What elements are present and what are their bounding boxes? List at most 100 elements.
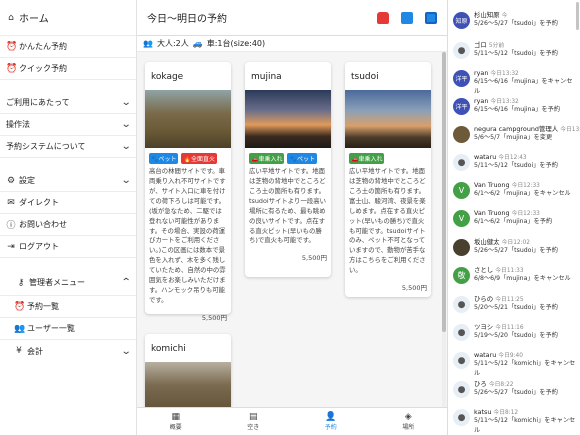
calendar-icon[interactable] — [425, 11, 437, 24]
feed-user-label: ゴロ — [474, 41, 489, 49]
feed-user-label: ryan — [474, 69, 491, 77]
sidebar-item-accounting[interactable]: ¥ 会計 ⌄ — [0, 340, 136, 362]
feed-message: 5/6〜5/7「mujina」を変更 — [474, 134, 553, 141]
site-price: 5,500円 — [201, 313, 227, 322]
sidebar-item-label: クイック予約 — [19, 64, 67, 73]
avatar: ● — [453, 42, 470, 59]
people-icon: 👥 — [143, 39, 153, 48]
sidebar-item-label: ダイレクト — [19, 198, 59, 207]
lock-icon[interactable] — [377, 11, 389, 24]
chevron-down-icon: ⌄ — [120, 119, 132, 130]
sidebar-item-user-list[interactable]: 👥 ユーザー一覧 — [0, 318, 136, 340]
pet-tag: 🐾ペット — [287, 153, 317, 164]
sidebar-item-label: お問い合わせ — [19, 220, 67, 229]
feed-user-name: 杉山知原 今 — [474, 10, 507, 19]
site-photo — [345, 90, 431, 148]
site-card-komichi[interactable]: komichi — [145, 334, 231, 407]
sidebar-item-label: 会計 — [27, 346, 43, 356]
feed-user-name: ゴロ 5分前 — [474, 40, 504, 49]
feed-user-label: katsu — [474, 408, 494, 416]
sidebar-item-admin-menu[interactable]: ⚷ 管理者メニュー ⌃ — [0, 270, 136, 296]
feed-user-name: ひらの 今日11:25 — [474, 294, 524, 303]
chevron-up-icon: ⌃ — [120, 277, 132, 288]
location-icon: ◈ — [404, 412, 412, 422]
sidebar-home-label: ホーム — [19, 14, 49, 25]
avatar: ● — [453, 352, 470, 369]
nav-availability[interactable]: ▤ 空き — [223, 412, 283, 431]
nav-reservation[interactable]: 👤 予約 — [301, 412, 361, 431]
feed-user-name: さとし 今日11:33 — [474, 265, 524, 274]
sidebar-item-direct[interactable]: ✉ ダイレクト — [0, 192, 136, 214]
edit-icon[interactable] — [401, 11, 413, 24]
feed-user-name: ツヨシ 今日11:16 — [474, 322, 524, 331]
sidebar-item-howto[interactable]: 操作法 ⌄ — [0, 114, 136, 136]
car-tag: 🚗車乗入れ — [249, 153, 285, 164]
feed-user-name: ひろ 今日8:22 — [474, 379, 513, 388]
sidebar-item-label: ログアウト — [19, 242, 59, 251]
feed-message: 5/26〜5/27「tsudoi」を予約 — [474, 20, 558, 27]
calendar-icon: ▤ — [248, 412, 258, 422]
sidebar-item-label: 予約一覧 — [27, 302, 59, 311]
site-description: 高台の林間サイトです。車両乗り入れ不可サイトですが、サイト入口に車を付けての荷下… — [149, 167, 226, 304]
feed-user-label: Van Truong — [474, 209, 512, 217]
info-icon: ⓘ — [6, 221, 16, 231]
feed-message: 5/26〜5/27「tsudoi」を予約 — [474, 389, 558, 396]
site-price: 5,500円 — [301, 254, 327, 263]
feed-user-label: ひらの — [474, 295, 496, 303]
feed-message: 5/19〜5/20「tsudoi」を予約 — [474, 332, 558, 339]
bottom-nav: ▦ 概要 ▤ 空き 👤 予約 ◈ 場所 — [137, 407, 447, 435]
site-name: tsudoi — [351, 72, 379, 82]
alarm-icon: ⏰ — [6, 41, 18, 52]
sidebar-item-label: 設定 — [19, 176, 35, 185]
page-title: 今日〜明日の予約 — [147, 14, 227, 25]
site-card-kokage[interactable]: kokage 🐾ペット 🔥全面直火 高台の林間サイトです。車両乗り入れ不可サイト… — [145, 62, 231, 322]
site-photo — [145, 90, 231, 148]
fire-tag: 🔥全面直火 — [181, 153, 217, 164]
sidebar-item-label: かんたん予約 — [19, 42, 67, 51]
sidebar-item-label: 操作法 — [6, 120, 30, 129]
scrollbar-thumb[interactable] — [442, 52, 446, 332]
sidebar-item-reservation-list[interactable]: ⏰ 予約一覧 — [0, 296, 136, 318]
site-name: kokage — [151, 72, 184, 82]
avatar: 敬 — [453, 267, 470, 284]
key-icon: ⚷ — [17, 277, 25, 288]
feed-message: 5/26〜5/27「tsudoi」を予約 — [474, 247, 558, 254]
avatar: V — [453, 210, 470, 227]
site-name: komichi — [151, 344, 186, 354]
feed-message: 6/1〜6/2「mujina」をキャンセル — [474, 190, 571, 197]
feed-user-label: wataru — [474, 153, 499, 161]
sidebar-item-contact[interactable]: ⓘ お問い合わせ — [0, 214, 136, 236]
avatar — [453, 126, 470, 143]
sidebar-item-system[interactable]: 予約システムについて ⌄ — [0, 136, 136, 158]
feed-message: 5/11〜5/12「komichi」をキャンセル — [474, 360, 576, 377]
nav-overview[interactable]: ▦ 概要 — [146, 412, 206, 431]
users-icon: 👥 — [14, 323, 26, 334]
car-icon: 🚙 — [192, 39, 203, 48]
site-card-mujina[interactable]: mujina 🚗車乗入れ 🐾ペット 広い平地サイトです。地面は芝物の背地中でとこ… — [245, 62, 331, 277]
feed-message: 6/1〜6/2「mujina」を予約 — [474, 218, 553, 225]
sidebar-item-usage[interactable]: ご利用にあたって ⌄ — [0, 92, 136, 114]
feed-user-label: 坂山健太 — [474, 238, 502, 246]
feed-message: 5/11〜5/12「tsudoi」を予約 — [474, 162, 558, 169]
site-card-tsudoi[interactable]: tsudoi 🚗車乗入れ 広い平地サイトです。地面は芝物の背地中でところどころ土… — [345, 62, 431, 297]
site-price: 5,500円 — [401, 284, 427, 293]
feed-user-label: 杉山知原 — [474, 11, 502, 19]
sidebar-item-label: ユーザー一覧 — [27, 324, 75, 333]
avatar: 洋平 — [453, 70, 470, 87]
feed-user-label: negura campground管理人 — [474, 125, 561, 133]
sidebar-item-settings[interactable]: ⚙ 設定 ⌄ — [0, 170, 136, 192]
sidebar-home[interactable]: ⌂ ホーム — [0, 0, 136, 36]
nav-location[interactable]: ◈ 場所 — [378, 412, 438, 431]
nav-label: 場所 — [402, 424, 415, 431]
sidebar-item-logout[interactable]: ⇥ ログアウト — [0, 236, 136, 258]
avatar: V — [453, 182, 470, 199]
sidebar-item-easy-reserve[interactable]: ⏰ かんたん予約 — [0, 36, 136, 58]
sidebar-item-quick-reserve[interactable]: ⏰ クイック予約 — [0, 58, 136, 80]
home-icon: ⌂ — [8, 12, 14, 23]
nav-label: 空き — [247, 424, 260, 431]
feed-user-name: Van Truong 今日12:33 — [474, 180, 540, 189]
feed-user-label: ryan — [474, 97, 491, 105]
chevron-down-icon: ⌄ — [120, 97, 132, 108]
main-header: 今日〜明日の予約 — [137, 0, 447, 36]
feed-message: 5/11〜5/12「tsudoi」を予約 — [474, 50, 558, 57]
